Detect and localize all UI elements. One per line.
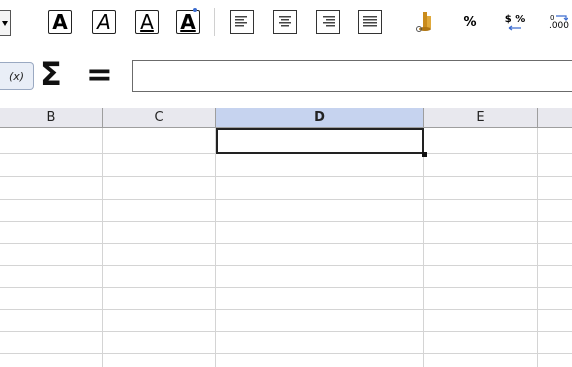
decimal-places-button[interactable]: 0 .000 [544,10,572,34]
align-center-button[interactable] [273,10,297,34]
align-center-icon [279,16,291,27]
grid-row-line [0,199,572,200]
arrow-right-icon: 0 [550,14,568,21]
grid-row-line [0,287,572,288]
column-header-b[interactable]: B [0,108,103,128]
column-header-d[interactable]: D [216,108,424,128]
font-dropdown-arrow[interactable] [0,10,11,36]
grid-row-line [0,221,572,222]
font-color-indicator-icon [193,8,197,12]
cell-grid[interactable] [0,128,572,367]
formula-input[interactable] [132,60,572,92]
currency-percent-label: $ % [504,13,526,25]
number-format-currency-button[interactable] [414,10,438,34]
decimal-label: .000 [548,21,570,31]
toolbar-separator [214,8,215,36]
percent-label: % [463,14,477,30]
formatting-toolbar: A A A A % $ % 0 .000 [0,0,572,50]
function-wizard-button[interactable]: (x) [0,62,34,90]
grid-row-line [0,176,572,177]
italic-button[interactable]: A [92,10,116,34]
grid-row-line [0,353,572,354]
column-header-c[interactable]: C [103,108,216,128]
svg-text:0: 0 [550,14,554,21]
justify-button[interactable] [358,10,382,34]
coins-icon [416,12,431,32]
grid-row-line [0,265,572,266]
active-cell-d1[interactable] [216,128,424,154]
column-header-row: B C D E [0,108,572,128]
justify-icon [363,16,377,27]
underline-button[interactable]: A [135,10,159,34]
align-left-icon [235,16,247,27]
align-left-button[interactable] [230,10,254,34]
align-right-icon [323,16,335,27]
grid-row-line [0,243,572,244]
fx-label: (x) [8,69,25,83]
grid-row-line [0,331,572,332]
font-color-button[interactable]: A [176,8,200,34]
grid-row-line [0,309,572,310]
sum-button[interactable]: Σ [40,58,62,90]
column-header-f[interactable] [538,108,572,128]
formula-button[interactable]: = [86,58,113,90]
align-right-button[interactable] [316,10,340,34]
currency-percent-button[interactable]: $ % [500,10,530,34]
percent-button[interactable]: % [458,10,482,34]
fill-handle[interactable] [422,152,427,157]
column-header-e[interactable]: E [424,108,538,128]
bold-button[interactable]: A [48,10,72,34]
arrow-left-icon [508,25,521,30]
